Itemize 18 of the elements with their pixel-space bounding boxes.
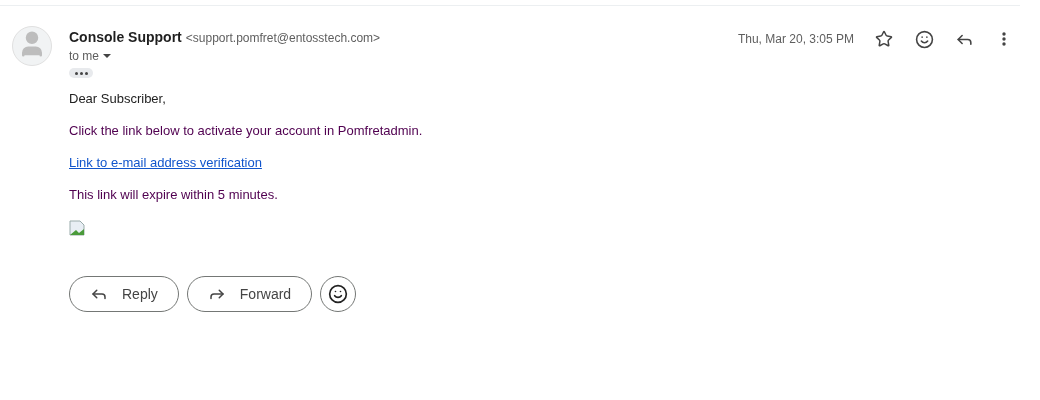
broken-image-icon [69,220,85,236]
recipient-dropdown[interactable]: to me [69,49,738,63]
reply-button[interactable]: Reply [69,276,179,312]
smiley-icon [328,284,349,304]
body-text: Dear Subscriber, [69,90,167,107]
sender-name: Console Support [69,29,182,45]
forward-button[interactable]: Forward [186,276,313,312]
sender-email: <support.pomfret@entosstech.com> [185,31,381,45]
body-text: Click the link below to activate your account in Pomfretadmin. [69,122,424,139]
caret-icon [103,54,111,58]
show-trimmed-button[interactable] [69,68,93,78]
star-icon [875,30,893,48]
verification-link[interactable]: Link to e-mail address verification [69,154,262,171]
emoji-button[interactable] [320,276,357,312]
body-text: This link will expire within 5 minutes. [69,186,279,203]
more-icon [1002,32,1006,46]
message-date: Thu, Mar 20, 3:05 PM [737,32,854,46]
smiley-icon [914,29,934,49]
